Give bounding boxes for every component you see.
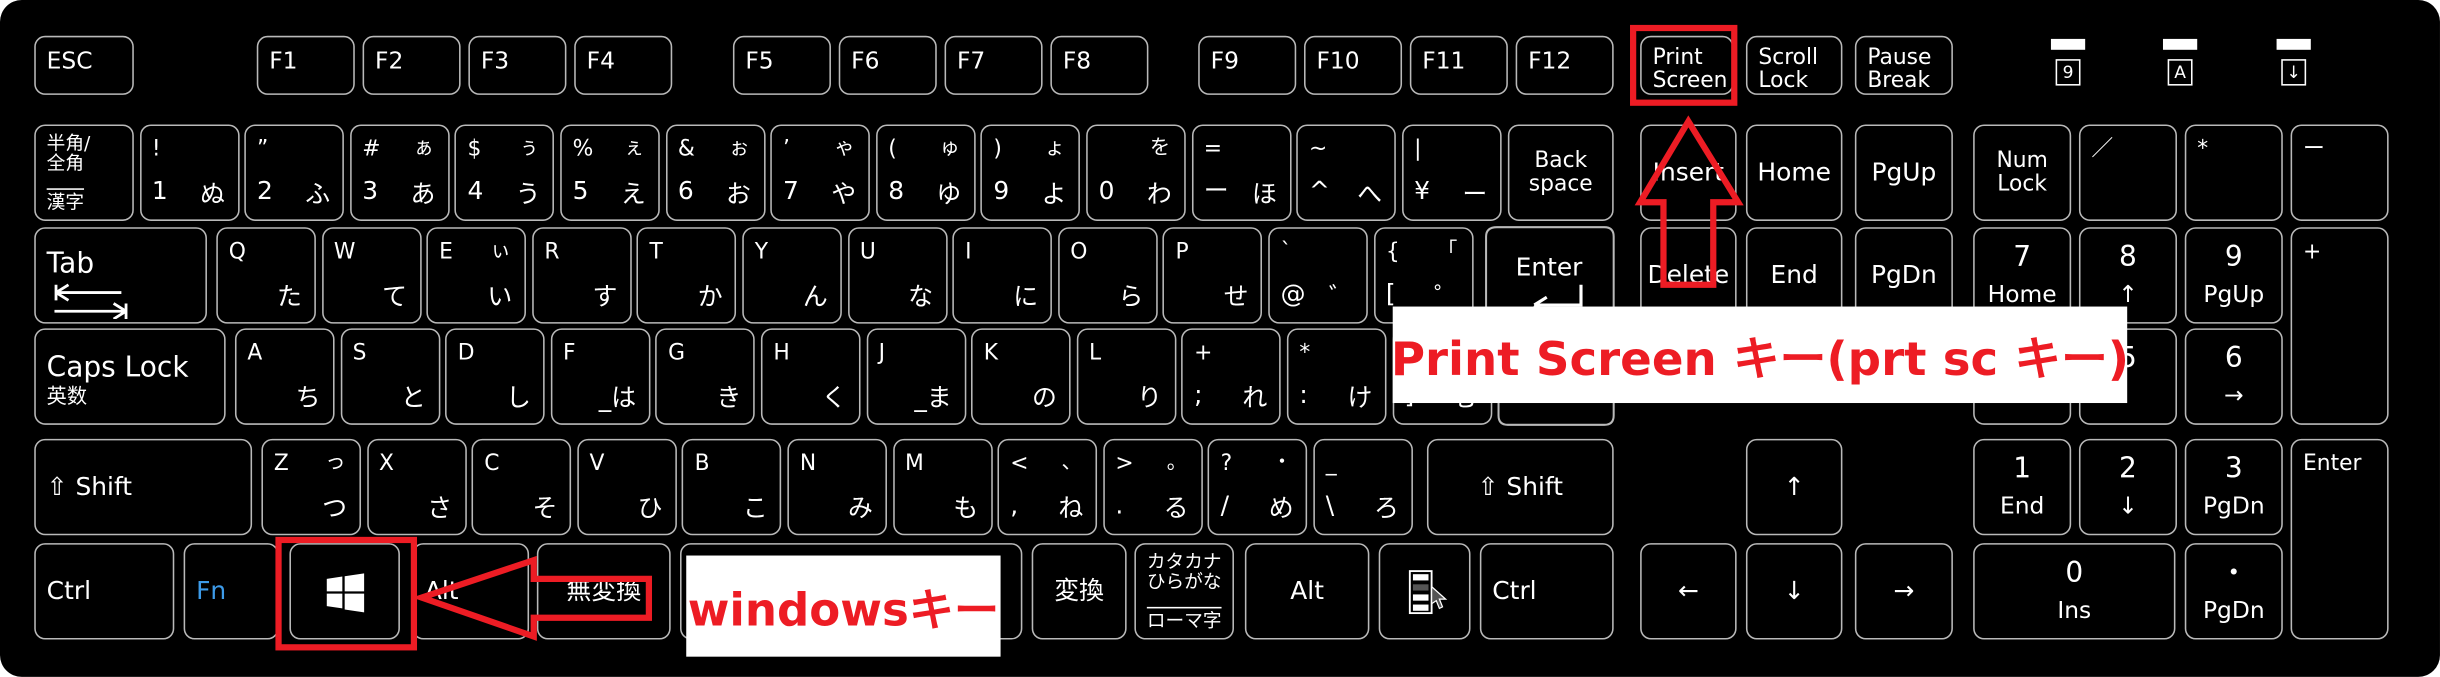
print-screen-label: Print Screen キー(prt sc キー) xyxy=(1391,306,2129,404)
windows-key-label: windowsキー xyxy=(686,555,1001,657)
print-screen-highlight xyxy=(1630,24,1738,106)
keyboard-image: 9 A ↓ Enter ESC F1 F2 F3 F4 F5 F6 F7 F8 F9 F10 F11 F12… xyxy=(0,0,2440,677)
windows-key-highlight xyxy=(275,536,418,651)
left-arrow-annotation-icon xyxy=(412,555,653,641)
up-arrow-annotation-icon xyxy=(1634,115,1744,288)
